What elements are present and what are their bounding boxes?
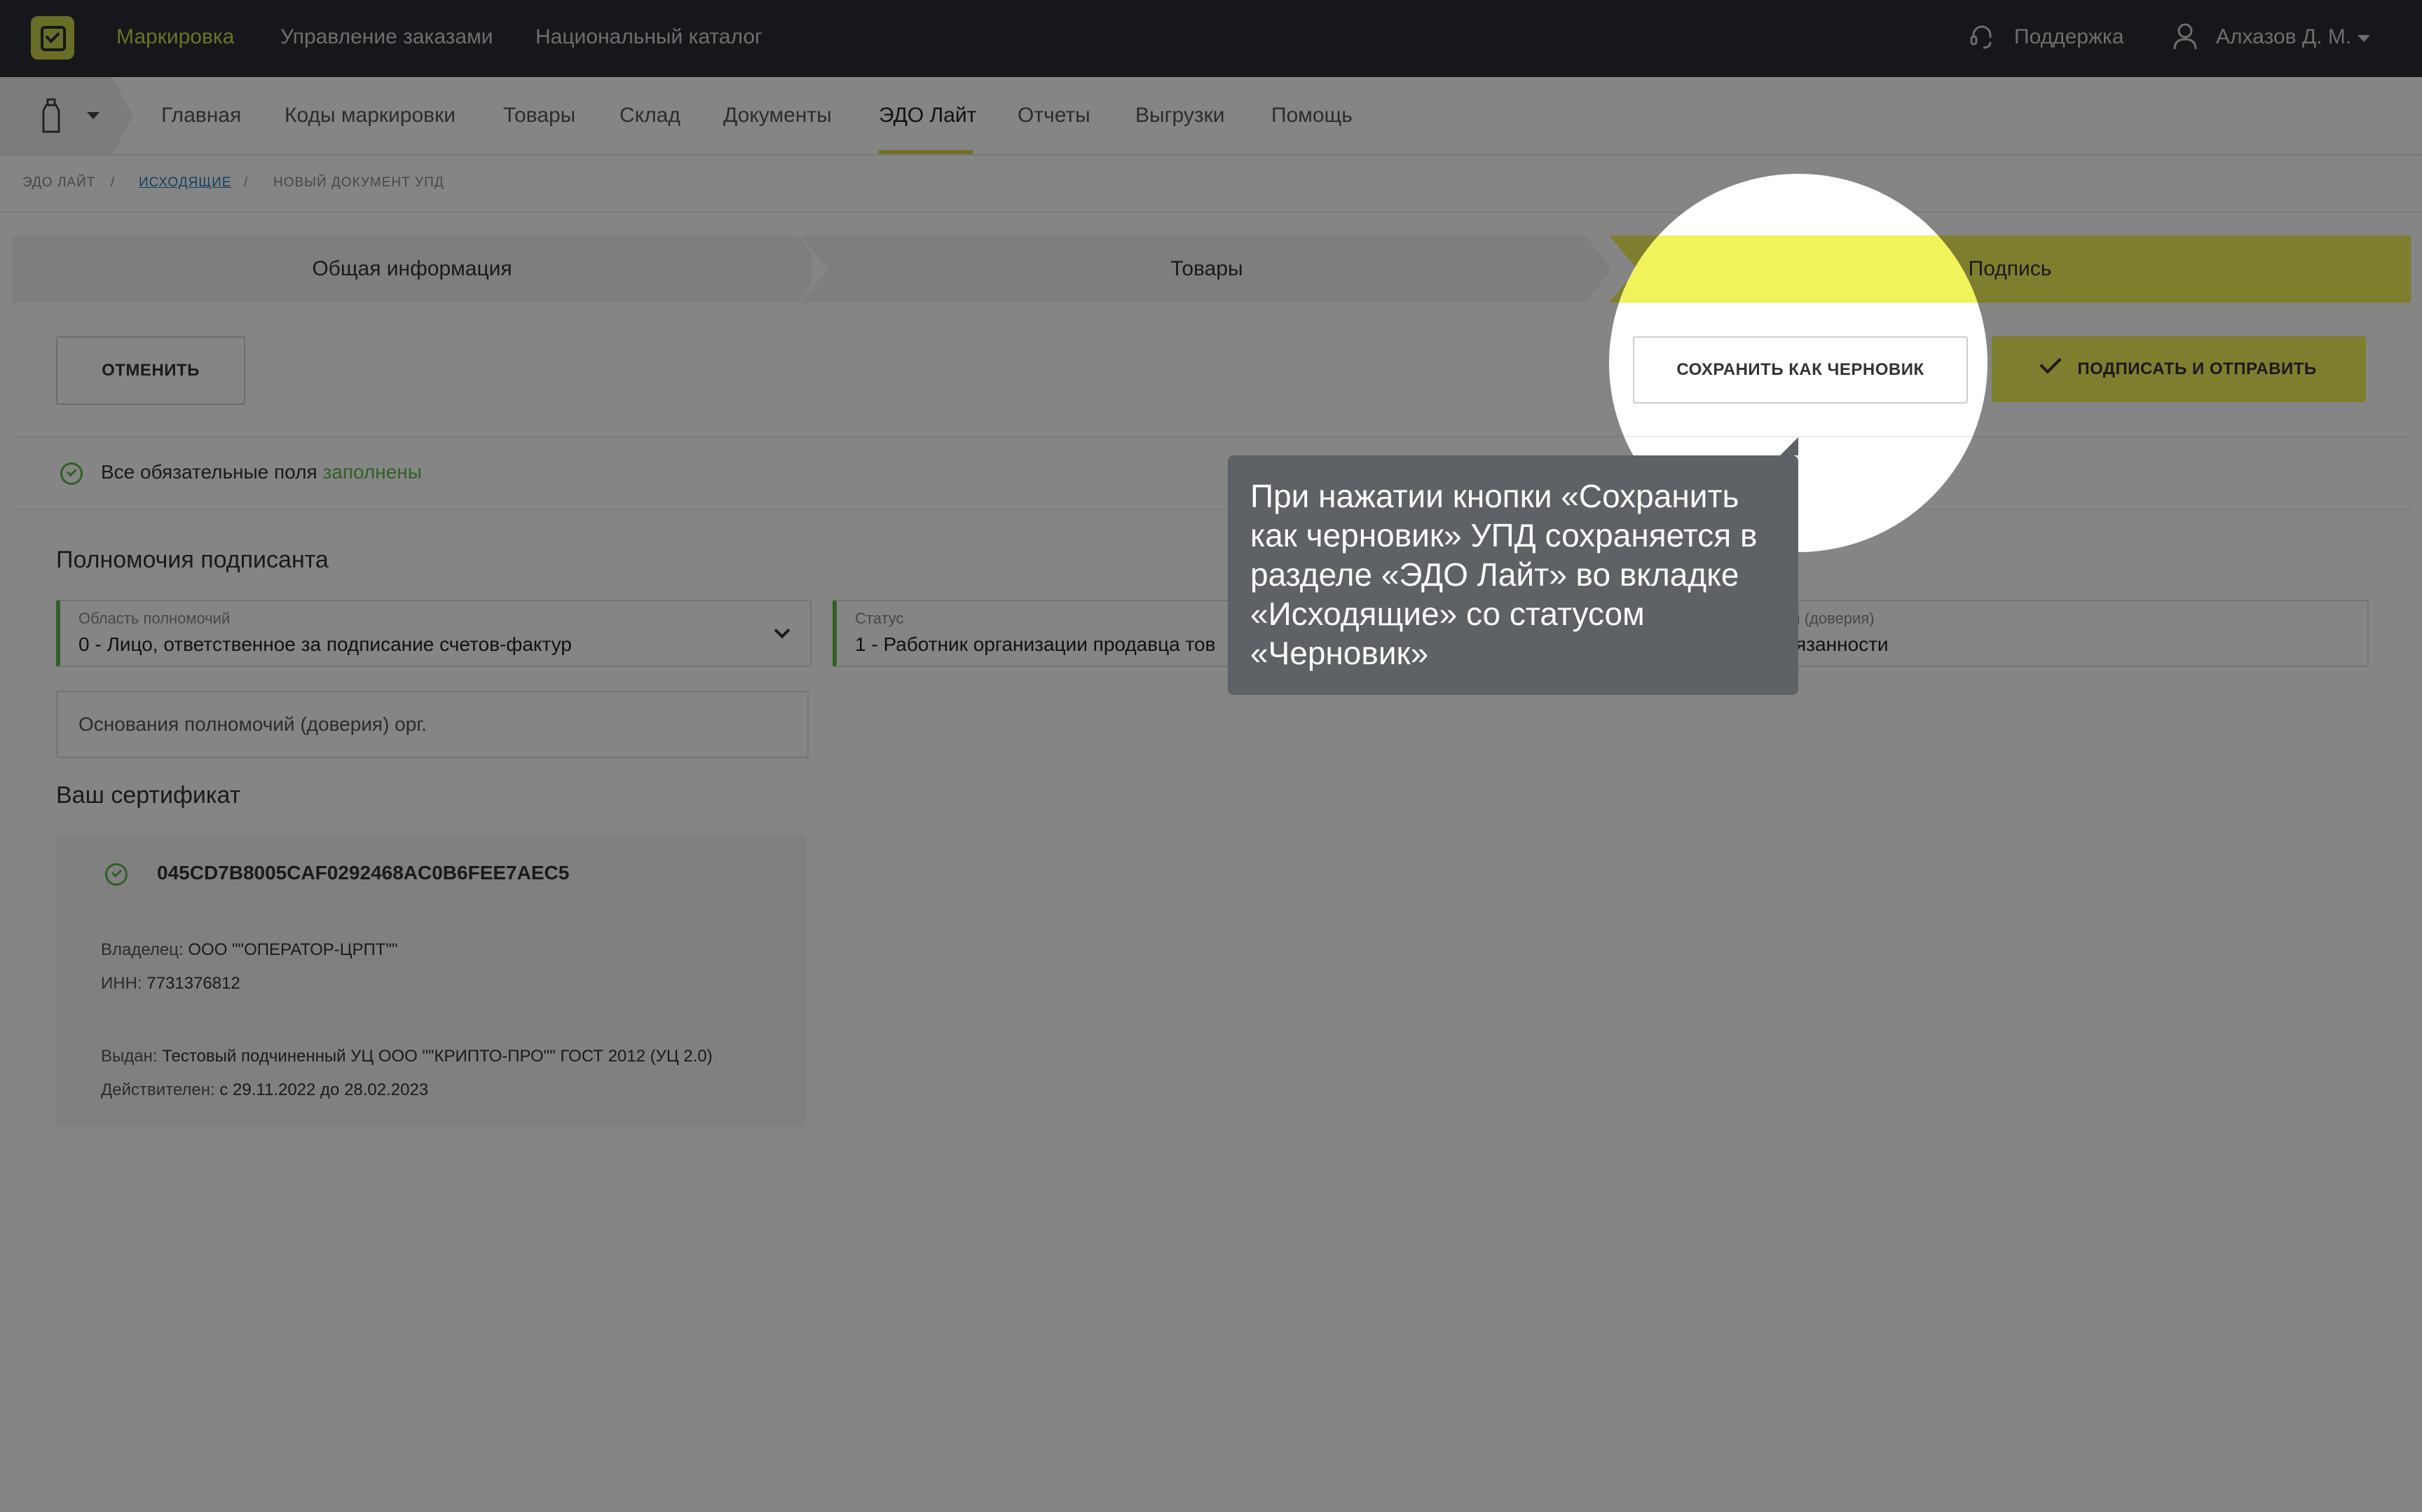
divider [1609, 436, 1987, 437]
hint-tooltip: При нажатии кнопки «Сохранить как чернов… [1228, 455, 1798, 695]
dim-overlay [0, 0, 2422, 1512]
tooltip-arrow [1780, 437, 1798, 455]
spotlight-save-draft-button[interactable]: СОХРАНИТЬ КАК ЧЕРНОВИК [1633, 336, 1968, 404]
spotlight-step-signature [1609, 235, 1987, 303]
hint-tooltip-text: При нажатии кнопки «Сохранить как чернов… [1250, 478, 1758, 671]
